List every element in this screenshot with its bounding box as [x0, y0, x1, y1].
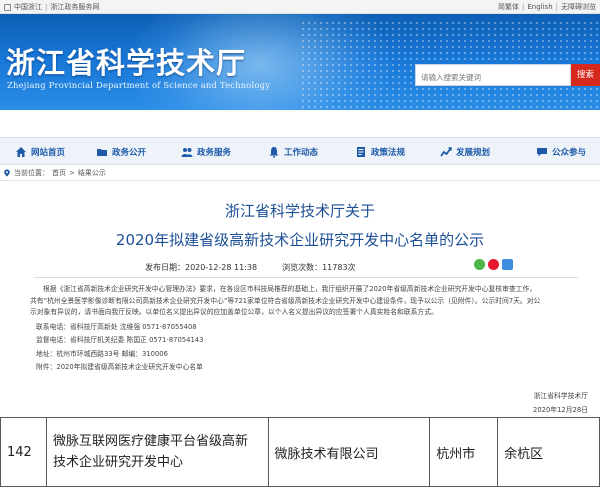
article-paragraph: 共有“杭州全景医学影像诊断有限公司高新技术企业研究开发中心”等721家单位符合省… [30, 296, 541, 305]
article-paragraph: 示对象有异议的，请书面向我厅反映。以单位名义提出异议的应加盖单位公章，以个人名义… [30, 308, 438, 316]
attachment-link[interactable]: 附件：2020年拟建省级高新技术企业研究开发中心名单 [30, 362, 590, 374]
table-cell-city: 杭州市 [429, 417, 499, 487]
nav-item-label: 政务服务 [197, 148, 232, 158]
nav-item-news[interactable]: 工作动态 [268, 138, 318, 166]
folder-icon [96, 146, 108, 158]
link-english[interactable]: English [527, 0, 552, 14]
main-nav: 网站首页 政务公开 政务服务 工作动态 政策法规 发展规划 公众参与 [0, 137, 600, 165]
link-gov-service[interactable]: 浙江政务服务网 [50, 0, 99, 14]
breadcrumb: 当前位置： 首页 > 结果公示 [3, 167, 106, 179]
nav-item-gov-affairs[interactable]: 政务公开 [96, 138, 146, 166]
table-row: 142 微脉互联网医疗健康平台省级高新 技术企业研究开发中心 微脉技术有限公司 … [0, 417, 600, 487]
divider [0, 180, 600, 181]
contact-phone: 联系电话：省科技厅高新处 沈维强 0571-87055408 [36, 322, 197, 331]
table-cell-center-name: 微脉互联网医疗健康平台省级高新 技术企业研究开发中心 [45, 417, 269, 487]
divider: | [45, 3, 48, 11]
signature-org: 浙江省科学技术厅 [533, 392, 588, 400]
breadcrumb-home[interactable]: 首页 [52, 168, 66, 178]
article-body: 根据《浙江省高新技术企业研究开发中心管理办法》要求，在各设区市科技局推荐的基础上… [30, 284, 590, 374]
article-title-line2: 2020年拟建省级高新技术企业研究开发中心名单的公示 [115, 231, 485, 249]
location-pin-icon [3, 169, 11, 177]
top-utility-bar: 中国浙江 | 浙江政务服务网 简繁体 | English | 无障碍浏览 [0, 0, 600, 14]
bell-icon [268, 146, 280, 158]
article-paragraph: 根据《浙江省高新技术企业研究开发中心管理办法》要求，在各设区市科技局推荐的基础上… [43, 285, 537, 293]
weibo-share-icon[interactable] [488, 259, 499, 270]
more-share-icon[interactable] [502, 259, 513, 270]
nav-item-home[interactable]: 网站首页 [15, 138, 65, 166]
chart-icon [440, 146, 452, 158]
table-cell-index: 142 [0, 417, 47, 487]
document-icon [355, 146, 367, 158]
nav-item-label: 政策法规 [371, 148, 406, 158]
table-cell-district: 余杭区 [497, 417, 600, 487]
nav-item-planning[interactable]: 发展规划 [440, 138, 490, 166]
table-cell-company: 微脉技术有限公司 [267, 417, 431, 487]
breadcrumb-current[interactable]: 结果公示 [78, 168, 106, 178]
site-title[interactable]: 浙江省科学技术厅 [6, 40, 246, 82]
people-icon [181, 146, 193, 158]
nav-item-label: 发展规划 [456, 148, 491, 158]
link-zhejiang[interactable]: 中国浙江 [14, 0, 42, 14]
divider: | [555, 3, 558, 11]
top-left-links: 中国浙江 | 浙江政务服务网 [4, 0, 99, 14]
view-count: 浏览次数：11783次 [282, 263, 356, 272]
center-name-line2: 技术企业研究开发中心 [52, 455, 183, 470]
article-title-line1: 浙江省科学技术厅关于 [224, 202, 375, 220]
breadcrumb-prefix: 当前位置： [14, 169, 49, 177]
divider [34, 277, 578, 278]
article-meta: 发布日期：2020-12-28 11:38 浏览次数：11783次 [145, 262, 356, 273]
home-icon [15, 146, 27, 158]
nav-item-label: 工作动态 [284, 148, 319, 158]
nav-item-label: 政务公开 [112, 148, 147, 158]
nav-item-public-participation[interactable]: 公众参与 [536, 138, 586, 166]
signature-date: 2020年12月28日 [533, 406, 588, 414]
share-bar [474, 259, 513, 270]
nav-item-gov-service[interactable]: 政务服务 [181, 138, 231, 166]
site-title-english: Zhejiang Provincial Department of Scienc… [7, 80, 271, 90]
site-banner: 浙江省科学技术厅 Zhejiang Provincial Department … [0, 14, 600, 110]
supervision-phone: 监督电话：省科技厅机关纪委 陈国正 0571-87054143 [36, 336, 204, 344]
nav-item-label: 网站首页 [31, 148, 66, 158]
link-accessibility[interactable]: 无障碍浏览 [561, 0, 596, 14]
publish-date: 发布日期：2020-12-28 11:38 [145, 263, 258, 272]
search-button[interactable]: 搜索 [571, 64, 600, 86]
search-field-wrapper [415, 64, 571, 88]
flag-icon [4, 3, 11, 11]
link-simplified-traditional[interactable]: 简繁体 [498, 0, 519, 14]
nav-item-policies[interactable]: 政策法规 [355, 138, 405, 166]
wechat-share-icon[interactable] [474, 259, 485, 270]
search-input[interactable] [416, 67, 570, 88]
center-name-line1: 微脉互联网医疗健康平台省级高新 [52, 434, 248, 449]
top-right-links: 简繁体 | English | 无障碍浏览 [498, 0, 596, 14]
address: 地址：杭州市环城西路33号 邮编：310006 [36, 349, 168, 358]
nav-item-label: 公众参与 [552, 148, 587, 158]
chat-icon [536, 146, 548, 158]
attachment-table: 142 微脉互联网医疗健康平台省级高新 技术企业研究开发中心 微脉技术有限公司 … [0, 417, 600, 487]
breadcrumb-separator: > [69, 169, 75, 177]
divider: | [522, 3, 525, 11]
